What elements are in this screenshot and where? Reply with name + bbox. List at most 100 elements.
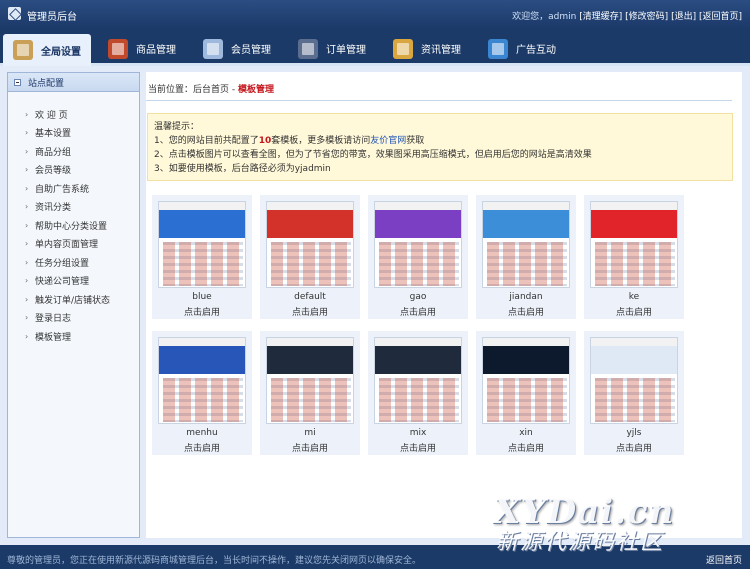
tips-text: 获取 — [406, 136, 425, 146]
sidebar-item-login-log[interactable]: › 登录日志 — [8, 309, 139, 328]
tab-goods[interactable]: 商品管理 — [108, 34, 176, 63]
template-card: menhu 点击启用 — [152, 331, 252, 455]
thumbnail-header — [375, 202, 461, 210]
sidebar-item-label: 任务分组设置 — [35, 258, 90, 269]
breadcrumb-prefix: 当前位置：后台首页 - — [148, 85, 238, 95]
sidebar-item-member-level[interactable]: › 会员等级 — [8, 161, 139, 180]
sidebar-item-ad-system[interactable]: › 自助广告系统 — [8, 179, 139, 198]
breadcrumb-current: 模板管理 — [237, 85, 274, 95]
chevron-right-icon: › — [25, 165, 29, 175]
tab-orders[interactable]: 订单管理 — [298, 34, 366, 63]
chevron-right-icon: › — [25, 257, 29, 267]
template-thumbnail[interactable] — [590, 201, 678, 288]
template-thumbnail[interactable] — [374, 337, 462, 424]
sidebar-item-news-category[interactable]: › 资讯分类 — [8, 198, 139, 217]
app-title: 管理员后台 — [27, 12, 77, 23]
collapse-icon[interactable] — [14, 78, 21, 86]
tab-label: 会员管理 — [231, 45, 271, 56]
ad-icon — [488, 38, 508, 59]
sidebar-item-template[interactable]: › 模板管理 — [8, 327, 139, 346]
logo-icon — [8, 7, 21, 20]
thumbnail-blocks — [163, 242, 243, 286]
tab-ads[interactable]: 广告互动 — [488, 34, 556, 63]
enable-template-button[interactable]: 点击启用 — [152, 305, 252, 318]
content-panel: 当前位置：后台首页 - 模板管理 温馨提示： 1、您的网站目前共配置了10套模板… — [146, 72, 742, 538]
thumbnail-blocks — [379, 378, 459, 422]
chevron-right-icon: › — [25, 146, 29, 156]
main-nav: 全局设置 商品管理 会员管理 订单管理 资讯管理 广告互动 — [0, 28, 750, 66]
official-site-link[interactable]: 友价官网 — [370, 136, 406, 146]
sidebar-item-help-category[interactable]: › 帮助中心分类设置 — [8, 216, 139, 235]
tab-members[interactable]: 会员管理 — [203, 34, 271, 63]
thumbnail-banner — [483, 210, 569, 238]
template-thumbnail[interactable] — [266, 201, 354, 288]
tab-label: 广告互动 — [516, 45, 556, 56]
template-name: ke — [628, 292, 640, 302]
chevron-right-icon: › — [25, 331, 29, 341]
change-password-link[interactable]: [修改密码] — [625, 12, 668, 22]
enable-template-button[interactable]: 点击启用 — [584, 305, 684, 318]
template-thumbnail[interactable] — [482, 201, 570, 288]
sidebar-item-goods-group[interactable]: › 商品分组 — [8, 142, 139, 161]
thumbnail-blocks — [487, 242, 567, 286]
sidebar-menu: › 欢 迎 页 › 基本设置 › 商品分组 › 会员等级 › 自助广告系统 › 资讯分类 ›… — [8, 92, 139, 346]
template-thumbnail[interactable] — [374, 201, 462, 288]
tips-line-3: 3、如要使用模板，后台路径必须为yjadmin — [154, 164, 331, 174]
clear-cache-link[interactable]: [清理缓存] — [579, 12, 622, 22]
thumbnail-blocks — [379, 242, 459, 286]
template-thumbnail[interactable] — [158, 337, 246, 424]
sidebar-item-task-group[interactable]: › 任务分组设置 — [8, 253, 139, 272]
sidebar: 站点配置 › 欢 迎 页 › 基本设置 › 商品分组 › 会员等级 › 自助广告系统 › 资… — [7, 72, 140, 538]
tips-text: 套模板，更多模板请访问 — [271, 136, 371, 146]
globe-settings-icon — [13, 40, 33, 60]
template-thumbnail[interactable] — [590, 337, 678, 424]
thumbnail-header — [483, 338, 569, 346]
main-area: 站点配置 › 欢 迎 页 › 基本设置 › 商品分组 › 会员等级 › 自助广告系统 › 资… — [0, 66, 750, 545]
thumbnail-header — [159, 202, 245, 210]
footer-message: 尊敬的管理员，您正在使用新源代源码商城管理后台，当长时间不操作，建议您先关闭网页… — [7, 556, 422, 566]
thumbnail-header — [375, 338, 461, 346]
watermark: XYDai.cn 新源代源码社区 — [494, 494, 744, 556]
goods-icon — [108, 38, 128, 59]
enable-template-button[interactable]: 点击启用 — [584, 441, 684, 454]
sidebar-item-label: 登录日志 — [35, 314, 72, 325]
template-card: yjls 点击启用 — [584, 331, 684, 455]
sidebar-item-welcome[interactable]: › 欢 迎 页 — [8, 105, 139, 124]
thumbnail-banner — [591, 210, 677, 238]
template-thumbnail[interactable] — [266, 337, 354, 424]
sidebar-item-express[interactable]: › 快递公司管理 — [8, 272, 139, 291]
sidebar-header[interactable]: 站点配置 — [8, 73, 139, 92]
sidebar-item-label: 商品分组 — [35, 147, 72, 158]
sidebar-item-basic-settings[interactable]: › 基本设置 — [8, 124, 139, 143]
sidebar-item-label: 单内容页面管理 — [35, 240, 99, 251]
template-thumbnail[interactable] — [158, 201, 246, 288]
back-home-link[interactable]: [返回首页] — [699, 12, 742, 22]
enable-template-button[interactable]: 点击启用 — [368, 305, 468, 318]
template-name: menhu — [186, 428, 218, 438]
template-name: jiandan — [509, 292, 543, 302]
enable-template-button[interactable]: 点击启用 — [476, 305, 576, 318]
divider — [146, 100, 732, 101]
template-thumbnail[interactable] — [482, 337, 570, 424]
enable-template-button[interactable]: 点击启用 — [368, 441, 468, 454]
thumbnail-banner — [591, 346, 677, 374]
logout-link[interactable]: [退出] — [671, 12, 696, 22]
tab-global-settings[interactable]: 全局设置 — [3, 34, 91, 66]
template-card: gao 点击启用 — [368, 195, 468, 319]
tips-title: 温馨提示： — [154, 122, 200, 132]
sidebar-item-label: 快递公司管理 — [35, 277, 90, 288]
sidebar-item-label: 自助广告系统 — [35, 184, 90, 195]
sidebar-item-single-page[interactable]: › 单内容页面管理 — [8, 235, 139, 254]
thumbnail-header — [267, 202, 353, 210]
template-card: mi 点击启用 — [260, 331, 360, 455]
chevron-right-icon: › — [25, 276, 29, 286]
chevron-right-icon: › — [25, 313, 29, 323]
sidebar-item-order-status[interactable]: › 触发订单/店铺状态 — [8, 290, 139, 309]
enable-template-button[interactable]: 点击启用 — [476, 441, 576, 454]
tab-news[interactable]: 资讯管理 — [393, 34, 461, 63]
enable-template-button[interactable]: 点击启用 — [152, 441, 252, 454]
enable-template-button[interactable]: 点击启用 — [260, 305, 360, 318]
enable-template-button[interactable]: 点击启用 — [260, 441, 360, 454]
template-count: 10 — [258, 136, 272, 146]
thumbnail-banner — [159, 210, 245, 238]
